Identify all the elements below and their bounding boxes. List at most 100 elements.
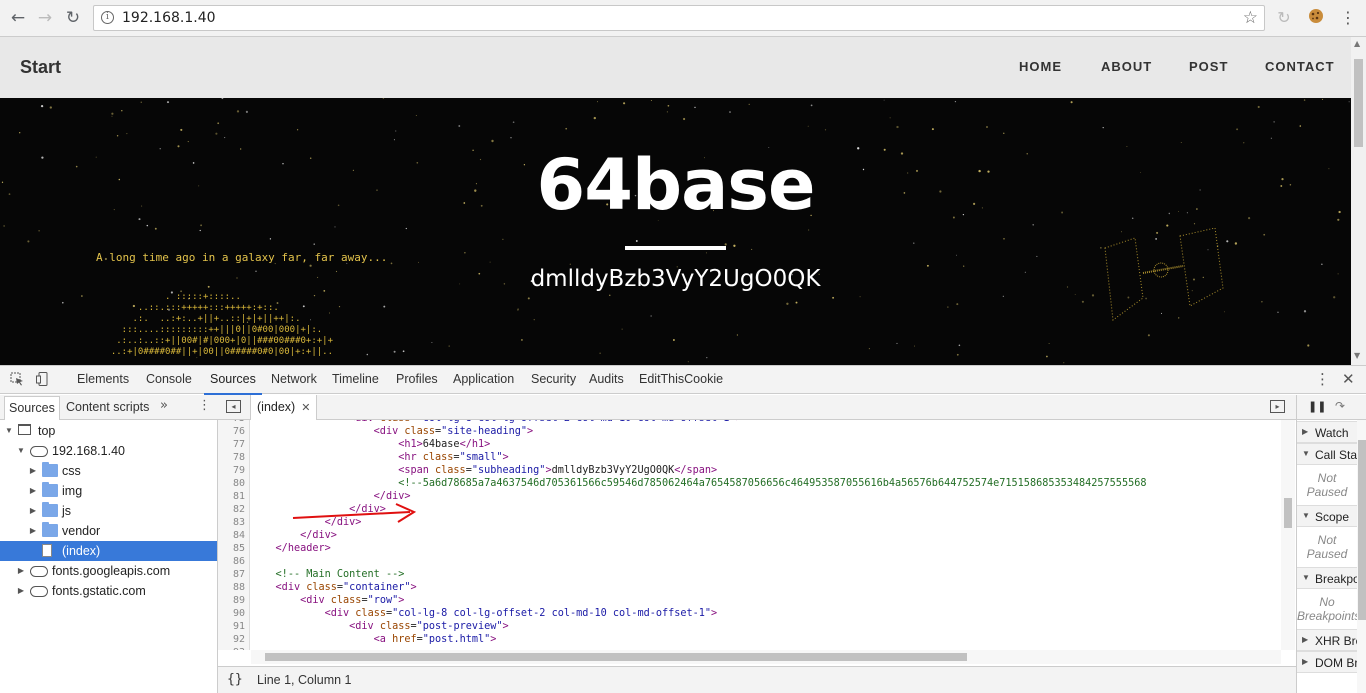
tree-item-fonts-googleapis-com[interactable]: ▶ fonts.googleapis.com: [0, 561, 217, 581]
pane-scope[interactable]: ▼ Scope: [1297, 505, 1357, 527]
expand-right-icon[interactable]: ▶: [16, 581, 26, 601]
site-brand-link[interactable]: Start: [20, 57, 61, 78]
line-number[interactable]: 80: [233, 477, 245, 490]
line-number[interactable]: 88: [233, 581, 245, 594]
line-number[interactable]: 76: [233, 425, 245, 438]
line-number[interactable]: 82: [233, 503, 245, 516]
nav-link-home[interactable]: HOME: [1019, 59, 1062, 74]
code-line[interactable]: <h1>64base</h1>: [251, 438, 490, 451]
tree-item-top[interactable]: ▼ top: [0, 421, 217, 441]
devtools-menu-icon[interactable]: ⋮: [1315, 370, 1330, 388]
page-scroll-thumb[interactable]: [1354, 59, 1363, 147]
code-line[interactable]: <div class="site-heading">: [251, 425, 534, 438]
forward-arrow-icon[interactable]: →: [33, 6, 57, 30]
toggle-debugger-icon[interactable]: ▸: [1270, 400, 1285, 413]
extension-refresh-icon[interactable]: ↻: [1274, 8, 1294, 28]
tab-sources-navigator[interactable]: Sources: [4, 396, 60, 420]
back-arrow-icon[interactable]: ←: [6, 6, 30, 30]
address-bar[interactable]: i 192.168.1.40 ☆: [93, 5, 1265, 31]
debugger-scroll-thumb[interactable]: [1358, 440, 1366, 620]
tab-elements[interactable]: Elements: [77, 372, 129, 386]
tree-item-vendor[interactable]: ▶ vendor: [0, 521, 217, 541]
line-number[interactable]: 84: [233, 529, 245, 542]
tab-profiles[interactable]: Profiles: [396, 372, 438, 386]
line-number[interactable]: 86: [233, 555, 245, 568]
tree-item-192-168-1-40[interactable]: ▼ 192.168.1.40: [0, 441, 217, 461]
code-line[interactable]: <!-- Main Content -->: [251, 568, 405, 581]
more-tabs-icon[interactable]: »: [160, 398, 168, 413]
pane-breakpoints[interactable]: ▼ Breakpoints: [1297, 567, 1357, 589]
tab-editthiscookie[interactable]: EditThisCookie: [639, 372, 723, 386]
code-horizontal-scrollbar[interactable]: [251, 650, 1281, 664]
code-line[interactable]: <span class="subheading">dmlldyBzb3VyY2U…: [251, 464, 717, 477]
nav-link-about[interactable]: ABOUT: [1101, 59, 1152, 74]
debugger-scrollbar[interactable]: [1357, 420, 1366, 693]
nav-link-post[interactable]: POST: [1189, 59, 1228, 74]
scroll-up-icon[interactable]: ▲: [1354, 39, 1360, 48]
chrome-menu-icon[interactable]: ⋮: [1338, 8, 1358, 28]
code-line[interactable]: <div class="post-preview">: [251, 620, 509, 633]
tree-item-js[interactable]: ▶ js: [0, 501, 217, 521]
step-over-icon[interactable]: ↷: [1335, 399, 1345, 413]
expand-right-icon[interactable]: ▶: [1302, 635, 1308, 644]
page-scrollbar[interactable]: ▲ ▼: [1351, 37, 1366, 365]
bookmark-star-icon[interactable]: ☆: [1243, 8, 1258, 28]
pane-watch[interactable]: ▶ Watch: [1297, 421, 1357, 443]
line-number[interactable]: 85: [233, 542, 245, 555]
line-number[interactable]: 92: [233, 633, 245, 646]
line-number[interactable]: 81: [233, 490, 245, 503]
pane-xhr-breakpoints[interactable]: ▶ XHR Breakpoints: [1297, 629, 1357, 651]
expand-right-icon[interactable]: ▶: [28, 481, 38, 501]
tree-item-index[interactable]: (index): [0, 541, 217, 561]
cookie-extension-icon[interactable]: [1306, 8, 1326, 28]
tab-console[interactable]: Console: [146, 372, 192, 386]
pane-dom-breakpoints[interactable]: ▶ DOM Breakpoints: [1297, 651, 1357, 673]
code-line[interactable]: <div class="col-lg-8 col-lg-offset-2 col…: [251, 607, 718, 620]
tab-application[interactable]: Application: [453, 372, 514, 386]
info-icon[interactable]: i: [101, 11, 114, 24]
line-number[interactable]: 78: [233, 451, 245, 464]
tab-security[interactable]: Security: [531, 372, 576, 386]
line-number[interactable]: 77: [233, 438, 245, 451]
tab-content-scripts[interactable]: Content scripts: [66, 400, 149, 414]
line-number[interactable]: 91: [233, 620, 245, 633]
code-content[interactable]: <div class="col-lg-8 col-lg-offset-2 col…: [251, 420, 1281, 650]
device-toolbar-icon[interactable]: [35, 372, 51, 388]
expand-down-icon[interactable]: ▼: [4, 421, 14, 441]
expand-down-icon[interactable]: ▼: [1302, 511, 1310, 520]
pane-call-stack[interactable]: ▼ Call Stack: [1297, 443, 1357, 465]
code-vertical-scroll-thumb[interactable]: [1284, 498, 1292, 528]
line-number[interactable]: 79: [233, 464, 245, 477]
nav-link-contact[interactable]: CONTACT: [1265, 59, 1335, 74]
devtools-close-icon[interactable]: ✕: [1342, 370, 1355, 388]
inspect-element-icon[interactable]: [9, 372, 25, 388]
toggle-navigator-icon[interactable]: ◂: [226, 400, 241, 413]
tab-timeline[interactable]: Timeline: [332, 372, 379, 386]
line-number[interactable]: 87: [233, 568, 245, 581]
editor-file-tab[interactable]: (index) ✕: [250, 395, 318, 420]
code-horizontal-scroll-thumb[interactable]: [265, 653, 967, 661]
line-number[interactable]: 90: [233, 607, 245, 620]
expand-right-icon[interactable]: ▶: [1302, 427, 1308, 436]
expand-right-icon[interactable]: ▶: [1302, 657, 1308, 666]
expand-down-icon[interactable]: ▼: [16, 441, 26, 461]
address-url[interactable]: 192.168.1.40: [122, 10, 216, 26]
tree-item-css[interactable]: ▶ css: [0, 461, 217, 481]
reload-icon[interactable]: ↻: [61, 6, 85, 30]
tab-network[interactable]: Network: [271, 372, 317, 386]
code-line[interactable]: </div>: [251, 529, 337, 542]
line-number[interactable]: 89: [233, 594, 245, 607]
code-line[interactable]: <div class="row">: [251, 594, 404, 607]
scroll-down-icon[interactable]: ▼: [1354, 351, 1360, 360]
code-line[interactable]: <!--5a6d78685a7a4637546d705361566c59546d…: [251, 477, 1146, 490]
expand-right-icon[interactable]: ▶: [16, 561, 26, 581]
pretty-print-icon[interactable]: {}: [227, 672, 243, 687]
expand-down-icon[interactable]: ▼: [1302, 449, 1310, 458]
code-vertical-scrollbar[interactable]: [1281, 420, 1295, 650]
code-line[interactable]: <div class="container">: [251, 581, 417, 594]
expand-right-icon[interactable]: ▶: [28, 501, 38, 521]
expand-right-icon[interactable]: ▶: [28, 521, 38, 541]
line-number[interactable]: 83: [233, 516, 245, 529]
tab-sources[interactable]: Sources: [204, 372, 262, 395]
line-number[interactable]: 93: [233, 646, 245, 650]
